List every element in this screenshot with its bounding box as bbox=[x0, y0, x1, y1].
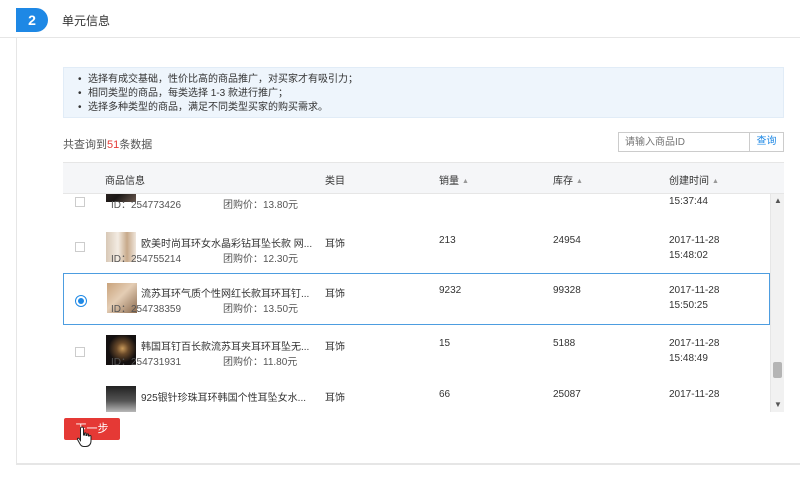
scrollbar-thumb[interactable] bbox=[773, 362, 782, 378]
row-checkbox[interactable] bbox=[75, 197, 85, 207]
product-stock: 5188 bbox=[553, 338, 576, 349]
step-header: 2 单元信息 bbox=[0, 0, 800, 38]
product-title[interactable]: 925银针珍珠耳环韩国个性耳坠女水... bbox=[141, 389, 306, 404]
created-date: 2017-11-28 bbox=[669, 389, 720, 400]
table-row[interactable]: 韩国耳钉百长款流苏耳夹耳环耳坠无... ID：254731931 团购价：11.… bbox=[63, 331, 770, 385]
column-header-created[interactable]: 创建时间 ▲ bbox=[669, 172, 719, 187]
table-row[interactable]: 925银针珍珠耳环韩国个性耳坠女水... 耳饰 66 25087 2017-11… bbox=[63, 382, 770, 412]
result-count-prefix: 共查询到 bbox=[63, 139, 107, 151]
product-title[interactable]: 欧美时尚耳环女水晶彩钻耳坠长款 网... bbox=[141, 235, 312, 250]
table-header: 商品信息 类目 销量 ▲ 库存 ▲ 创建时间 ▲ bbox=[63, 162, 784, 194]
section-divider bbox=[16, 464, 800, 465]
column-header-stock-label: 库存 bbox=[553, 176, 573, 187]
column-header-stock[interactable]: 库存 ▲ bbox=[553, 172, 583, 187]
tip-item: 选择有成交基础，性价比高的商品推广，对买家才有吸引力； bbox=[78, 73, 783, 87]
result-count: 共查询到51条数据 bbox=[63, 136, 152, 152]
table-row[interactable]: ID：254773426 团购价：13.80元 15:37:44 bbox=[63, 194, 770, 226]
created-date: 2017-11-28 bbox=[669, 285, 720, 296]
product-price: 团购价：11.80元 bbox=[223, 357, 298, 368]
sort-icon: ▲ bbox=[462, 178, 469, 185]
product-sales: 15 bbox=[439, 338, 451, 349]
product-stock: 99328 bbox=[553, 285, 581, 296]
result-count-number: 51 bbox=[107, 139, 120, 151]
result-count-suffix: 条数据 bbox=[119, 139, 153, 151]
product-title[interactable]: 韩国耳钉百长款流苏耳夹耳环耳坠无... bbox=[141, 338, 309, 353]
created-date: 2017-11-28 bbox=[669, 235, 720, 246]
tips-box: 选择有成交基础，性价比高的商品推广，对买家才有吸引力； 相同类型的商品，每类选择… bbox=[63, 67, 784, 118]
product-id: ID：254738359 bbox=[111, 304, 182, 315]
column-header-info: 商品信息 bbox=[105, 176, 145, 187]
created-time: 15:48:02 bbox=[669, 250, 708, 261]
table-scrollbar[interactable]: ▲ ▼ bbox=[770, 194, 784, 412]
row-checkbox[interactable] bbox=[75, 347, 85, 357]
search-button[interactable]: 查询 bbox=[750, 132, 784, 152]
product-category: 耳饰 bbox=[325, 342, 345, 353]
product-price: 团购价：12.30元 bbox=[223, 254, 299, 265]
product-price: 团购价：13.80元 bbox=[223, 200, 299, 211]
created-date: 2017-11-28 bbox=[669, 338, 720, 349]
product-category: 耳饰 bbox=[325, 289, 345, 300]
scroll-up-arrow-icon[interactable]: ▲ bbox=[774, 196, 782, 205]
product-category: 耳饰 bbox=[325, 239, 345, 250]
product-id: ID：254755214 bbox=[111, 254, 182, 265]
tip-item: 选择多种类型的商品，满足不同类型买家的购买需求。 bbox=[78, 101, 783, 115]
column-header-created-label: 创建时间 bbox=[669, 176, 709, 187]
step-title: 单元信息 bbox=[62, 14, 111, 28]
product-sales: 9232 bbox=[439, 285, 462, 296]
product-id: ID：254731931 bbox=[111, 357, 182, 368]
product-price: 团购价：13.50元 bbox=[223, 304, 299, 315]
step-number-badge: 2 bbox=[16, 8, 48, 32]
product-thumbnail bbox=[106, 386, 136, 412]
created-time: 15:50:25 bbox=[669, 300, 708, 311]
sort-icon: ▲ bbox=[712, 178, 719, 185]
product-id: ID：254773426 bbox=[111, 200, 182, 211]
hand-pointer-cursor-icon bbox=[76, 426, 92, 447]
product-stock: 25087 bbox=[553, 389, 581, 400]
tip-item: 相同类型的商品，每类选择 1-3 款进行推广； bbox=[78, 87, 783, 101]
product-sales: 66 bbox=[439, 389, 451, 400]
column-header-sales-label: 销量 bbox=[439, 176, 459, 187]
product-table[interactable]: ID：254773426 团购价：13.80元 15:37:44 欧美时尚耳环女… bbox=[63, 194, 784, 412]
sort-icon: ▲ bbox=[576, 178, 583, 185]
scroll-down-arrow-icon[interactable]: ▼ bbox=[774, 400, 782, 409]
table-row[interactable]: 欧美时尚耳环女水晶彩钻耳坠长款 网... ID：254755214 团购价：12… bbox=[63, 226, 770, 280]
row-radio-selected[interactable] bbox=[75, 295, 87, 307]
column-header-sales[interactable]: 销量 ▲ bbox=[439, 172, 469, 187]
product-stock: 24954 bbox=[553, 235, 581, 246]
product-sales: 213 bbox=[439, 235, 456, 246]
row-checkbox[interactable] bbox=[75, 242, 85, 252]
table-row-selected[interactable]: 流苏耳环气质个性网红长款耳环耳钉... ID：254738359 团购价：13.… bbox=[63, 273, 770, 325]
column-header-category: 类目 bbox=[325, 176, 345, 187]
product-id-search-input[interactable] bbox=[618, 132, 750, 152]
product-category: 耳饰 bbox=[325, 393, 345, 404]
created-time: 15:37:44 bbox=[669, 196, 708, 207]
created-time: 15:48:49 bbox=[669, 353, 708, 364]
product-title[interactable]: 流苏耳环气质个性网红长款耳环耳钉... bbox=[141, 285, 309, 300]
